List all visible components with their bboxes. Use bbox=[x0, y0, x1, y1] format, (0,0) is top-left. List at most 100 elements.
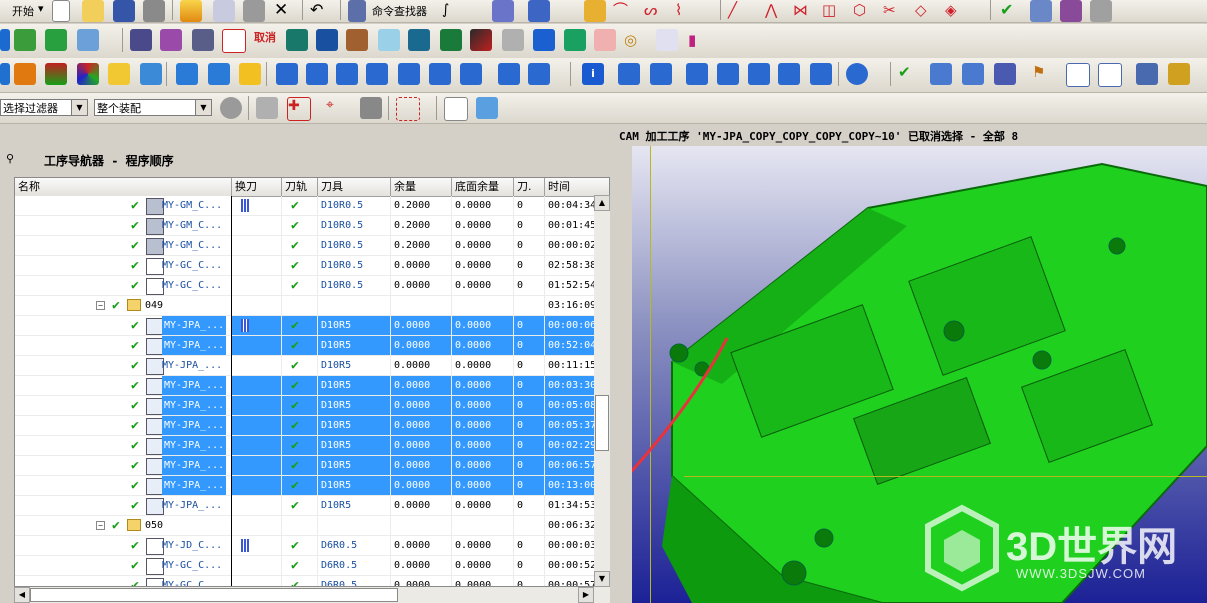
blend-icon[interactable] bbox=[45, 29, 67, 51]
column-header-tool[interactable]: 刀具 bbox=[318, 178, 391, 196]
edit-object-icon[interactable] bbox=[492, 0, 514, 22]
column-header-tool-number[interactable]: 刀. bbox=[514, 178, 545, 196]
core-icon[interactable] bbox=[316, 29, 338, 51]
line-icon[interactable]: ╱ bbox=[728, 0, 750, 22]
table-row[interactable]: ✔ MY-JPA_... ✔ D10R5 0.0000 0.0000 0 00:00:06 bbox=[15, 316, 609, 336]
color-palette-icon[interactable] bbox=[77, 63, 99, 85]
start-menu-button[interactable]: 开始 bbox=[12, 3, 34, 19]
command-finder-button[interactable]: 命令查找器 bbox=[372, 3, 427, 19]
pig-icon[interactable] bbox=[594, 29, 616, 51]
create-method-icon[interactable] bbox=[276, 63, 298, 85]
cancel-chinese-icon[interactable]: 取消 bbox=[254, 29, 276, 51]
scroll-right-arrow-icon[interactable]: ▶ bbox=[578, 587, 594, 603]
chevron-down-icon[interactable]: ▼ bbox=[195, 100, 211, 115]
cylinder-icon[interactable]: ▮ bbox=[688, 29, 710, 51]
arc-icon[interactable]: ᔕ bbox=[644, 0, 666, 22]
split-icon[interactable] bbox=[470, 29, 492, 51]
copy-icon[interactable] bbox=[213, 0, 235, 22]
quick-pick-icon[interactable]: ⌖ bbox=[326, 97, 348, 119]
column-header-stock[interactable]: 余量 bbox=[391, 178, 452, 196]
wireframe-icon[interactable] bbox=[444, 97, 468, 121]
tree2-icon[interactable] bbox=[962, 63, 984, 85]
analysis-icon[interactable] bbox=[1030, 0, 1052, 22]
scroll-thumb-horizontal[interactable] bbox=[30, 588, 398, 602]
grid-icon[interactable] bbox=[778, 63, 800, 85]
create-geometry-icon[interactable] bbox=[239, 63, 261, 85]
shaded-icon[interactable] bbox=[476, 97, 498, 119]
cavity-icon[interactable] bbox=[286, 29, 308, 51]
insert-icon[interactable] bbox=[160, 29, 182, 51]
save-icon[interactable] bbox=[113, 0, 135, 22]
scroll-left-arrow-icon[interactable]: ◀ bbox=[14, 587, 30, 603]
pattern-icon[interactable]: ✂ bbox=[883, 0, 905, 22]
bom-icon[interactable] bbox=[222, 29, 246, 53]
abs2-icon[interactable] bbox=[336, 63, 358, 85]
graphics-viewport[interactable]: 3D世界网 WWW.3DSJW.COM bbox=[632, 146, 1207, 603]
table-row[interactable]: ✔ MY-JD_C... ✔ D6R0.5 0.0000 0.0000 0 00:00:03 bbox=[15, 536, 609, 556]
type-filter-select[interactable]: 选择过滤器 ▼ bbox=[0, 99, 88, 116]
command-finder-icon[interactable] bbox=[348, 0, 366, 22]
new-file-icon[interactable] bbox=[52, 0, 70, 22]
ejector-icon[interactable] bbox=[192, 29, 214, 51]
scroll-thumb[interactable] bbox=[595, 395, 609, 451]
plate-icon[interactable] bbox=[378, 29, 400, 51]
create-program-icon[interactable] bbox=[176, 63, 198, 85]
point-select-icon[interactable]: ✚ bbox=[287, 97, 311, 121]
export-icon[interactable] bbox=[1090, 0, 1112, 22]
table-row[interactable]: ✔ MY-JPA_... ✔ D10R5 0.0000 0.0000 0 00:03:30 bbox=[15, 376, 609, 396]
doc-icon[interactable] bbox=[748, 63, 770, 85]
check-tree-icon[interactable]: ✔ bbox=[898, 63, 920, 85]
brush-icon[interactable] bbox=[656, 29, 678, 51]
info-icon[interactable]: i bbox=[582, 63, 604, 85]
red-green-icon[interactable] bbox=[45, 63, 67, 85]
scroll-up-arrow-icon[interactable]: ▲ bbox=[594, 195, 610, 211]
verify-icon[interactable] bbox=[429, 63, 451, 85]
transform-operation-icon[interactable] bbox=[366, 63, 388, 85]
rectangle-select-icon[interactable] bbox=[396, 97, 420, 121]
extrude-icon[interactable]: ◫ bbox=[822, 0, 844, 22]
tree-icon[interactable] bbox=[930, 63, 952, 85]
wrench-icon[interactable] bbox=[810, 63, 832, 85]
table-row[interactable]: ✔ MY-JPA_... ✔ D10R5 0.0000 0.0000 0 01:34:53 bbox=[15, 496, 609, 516]
transform-icon[interactable] bbox=[584, 0, 606, 22]
postprocess-icon[interactable] bbox=[498, 63, 520, 85]
settings-gear-icon[interactable] bbox=[846, 63, 868, 85]
table-row[interactable]: ✔ MY-JPA_... ✔ D10R5 0.0000 0.0000 0 00:05:08 bbox=[15, 396, 609, 416]
feed-icon[interactable] bbox=[686, 63, 708, 85]
table-row[interactable]: ✔ MY-GC_C... ✔ D6R0.5 0.0000 0.0000 0 00:00:57 bbox=[15, 576, 609, 586]
open-folder-icon[interactable] bbox=[82, 0, 104, 22]
snap-icon[interactable]: ∫ bbox=[442, 0, 464, 22]
tool-list-icon[interactable] bbox=[618, 63, 640, 85]
cut-icon[interactable] bbox=[180, 0, 202, 22]
info-list-icon[interactable] bbox=[1060, 0, 1082, 22]
table-row[interactable]: ✔ MY-GM_C... ✔ D10R0.5 0.2000 0.0000 0 00:01:45 bbox=[15, 216, 609, 236]
program-group-row[interactable]: − ✔ 049 03:16:09 bbox=[15, 296, 609, 316]
solid-cube-icon[interactable] bbox=[533, 29, 555, 51]
scope-select[interactable]: 整个装配 ▼ bbox=[94, 99, 212, 116]
table-icon[interactable] bbox=[994, 63, 1016, 85]
bars-icon[interactable] bbox=[1136, 63, 1158, 85]
chevron-down-icon[interactable]: ▼ bbox=[71, 100, 87, 115]
name-icon[interactable] bbox=[460, 63, 482, 85]
horizontal-scrollbar[interactable]: ◀ ▶ bbox=[14, 587, 610, 603]
table-row[interactable]: ✔ MY-GC_C... ✔ D6R0.5 0.0000 0.0000 0 00:00:52 bbox=[15, 556, 609, 576]
offset-icon[interactable]: ⬡ bbox=[853, 0, 875, 22]
parting-icon[interactable] bbox=[440, 29, 462, 51]
column-header-toolchange[interactable]: 换刀 bbox=[232, 178, 282, 196]
create-tool-icon[interactable] bbox=[208, 63, 230, 85]
table-row[interactable]: ✔ MY-JPA_... ✔ D10R5 0.0000 0.0000 0 00:13:00 bbox=[15, 476, 609, 496]
abs-icon[interactable] bbox=[306, 63, 328, 85]
selection-intent-icon[interactable] bbox=[360, 97, 382, 119]
program-group-row[interactable]: − ✔ 050 00:06:32 bbox=[15, 516, 609, 536]
note-icon[interactable] bbox=[140, 63, 162, 85]
collapse-icon[interactable]: − bbox=[96, 521, 105, 530]
snap-point-icon[interactable] bbox=[256, 97, 278, 119]
generate-toolpath-icon[interactable] bbox=[398, 63, 420, 85]
cube-icon[interactable] bbox=[408, 29, 430, 51]
table-row[interactable]: ✔ MY-JPA_... ✔ D10R5 0.0000 0.0000 0 00:52:04 bbox=[15, 336, 609, 356]
project-icon[interactable]: ◈ bbox=[945, 0, 967, 22]
column-header-floor-stock[interactable]: 底面余量 bbox=[452, 178, 514, 196]
column-header-name[interactable]: 名称 bbox=[15, 178, 232, 196]
scroll-down-arrow-icon[interactable]: ▼ bbox=[594, 571, 610, 587]
print-icon[interactable] bbox=[143, 0, 165, 22]
